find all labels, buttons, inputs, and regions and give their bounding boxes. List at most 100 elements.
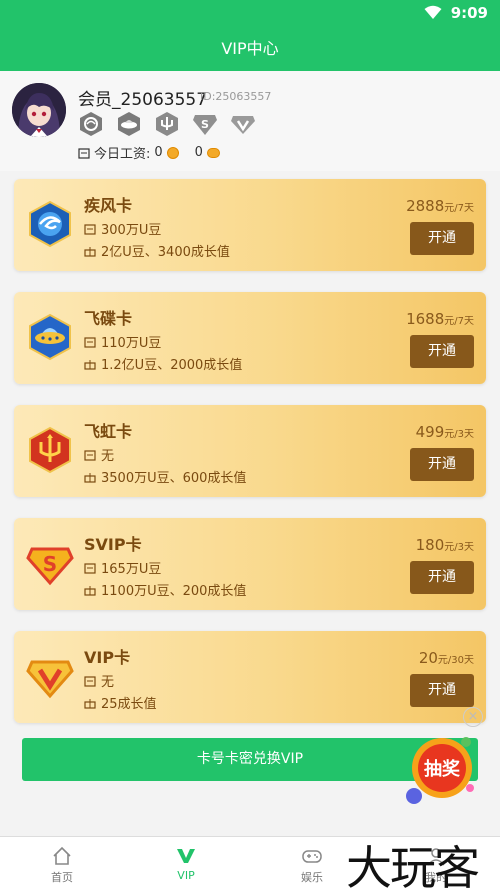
card-price-unit: 元/30天 (437, 655, 474, 666)
card-price-value: 180 (415, 536, 445, 554)
card-daily-text: 无 (101, 449, 115, 464)
card-gift-line: 2亿U豆、3400成长值 (84, 241, 230, 260)
card-price-value: 1688 (406, 310, 445, 328)
trident-badge-icon[interactable] (154, 111, 180, 137)
open-button[interactable]: 开通 (410, 674, 474, 707)
card-price-unit: 元/7天 (444, 316, 474, 327)
card-price: 20元/30天 (419, 649, 474, 667)
tab-label: 娱乐 (301, 871, 323, 884)
svg-text:S: S (201, 118, 209, 131)
badge-row: S (78, 111, 256, 137)
home-icon (53, 846, 71, 865)
card-gift-line: 1.2亿U豆、2000成长值 (84, 354, 242, 373)
card-gift-line: 1100万U豆、200成长值 (84, 580, 246, 599)
card-gift-text: 1.2亿U豆、2000成长值 (101, 358, 243, 373)
card-gift-text: 25成长值 (101, 697, 157, 712)
card-daily-line: 300万U豆 (84, 219, 161, 238)
v-badge-icon[interactable] (230, 111, 256, 137)
lottery-label: 抽奖 (424, 758, 461, 780)
card-price-value: 499 (415, 423, 445, 441)
vip-card-feihong[interactable]: 飞虹卡 无 3500万U豆、600成长值 499元/3天 开通 (14, 405, 486, 497)
card-gift-text: 2亿U豆、3400成长值 (101, 245, 230, 260)
card-price-unit: 元/3天 (444, 542, 474, 553)
card-gift-line: 25成长值 (84, 693, 157, 712)
vip-card-icon (26, 660, 74, 699)
gift-icon (84, 359, 96, 370)
calendar-icon (84, 675, 96, 687)
card-title: 疾风卡 (84, 196, 133, 215)
svip-card-icon: S (26, 547, 74, 586)
open-button[interactable]: 开通 (410, 335, 474, 368)
card-daily-text: 无 (101, 675, 115, 690)
coin-icon (166, 146, 179, 159)
trident-card-icon (29, 426, 71, 474)
vip-card-feidie[interactable]: 飞碟卡 110万U豆 1.2亿U豆、2000成长值 1688元/7天 开通 (14, 292, 486, 384)
tab-label: 首页 (51, 871, 73, 884)
gift-icon (84, 585, 96, 596)
whirl-badge-icon[interactable] (78, 111, 104, 137)
card-title: VIP卡 (84, 648, 131, 667)
vip-card-svip[interactable]: S SVIP卡 165万U豆 1100万U豆、200成长值 180元/3天 开通 (14, 518, 486, 610)
calendar-icon (84, 449, 96, 461)
wifi-icon (424, 5, 442, 19)
today-salary: 今日工资: 0 0 (78, 143, 220, 162)
page-title: VIP中心 (0, 26, 500, 71)
user-id: ID:25063557 (200, 90, 272, 103)
vip-card-jifeng[interactable]: 疾风卡 300万U豆 2亿U豆、3400成长值 2888元/7天 开通 (14, 179, 486, 271)
tab-home[interactable]: 首页 (22, 845, 102, 885)
card-title: 飞虹卡 (84, 422, 133, 441)
salary-icon (78, 147, 90, 159)
gift-icon (84, 246, 96, 257)
salary-coin-value: 0 (154, 145, 163, 160)
tab-label: VIP (177, 869, 195, 882)
card-daily-text: 165万U豆 (101, 562, 162, 577)
card-price: 2888元/7天 (406, 197, 474, 215)
card-gift-text: 3500万U豆、600成长值 (101, 471, 247, 486)
close-icon[interactable]: × (463, 707, 483, 727)
card-gift-text: 1100万U豆、200成长值 (101, 584, 247, 599)
profile-section: 会员_25063557 ID:25063557 S 今日工资: 0 0 (0, 71, 500, 171)
calendar-icon (84, 562, 96, 574)
card-daily-text: 300万U豆 (101, 223, 162, 238)
card-daily-line: 110万U豆 (84, 332, 161, 351)
open-button[interactable]: 开通 (410, 561, 474, 594)
status-time: 9:09 (450, 4, 488, 22)
open-button[interactable]: 开通 (410, 448, 474, 481)
calendar-icon (84, 223, 96, 235)
username: 会员_25063557 (78, 90, 208, 110)
ufo-badge-icon[interactable] (116, 111, 142, 137)
s-badge-icon[interactable]: S (192, 111, 218, 137)
open-button[interactable]: 开通 (410, 222, 474, 255)
watermark-logo: 大玩客 (346, 841, 480, 888)
ufo-card-icon (29, 313, 71, 361)
bean-icon (206, 147, 220, 158)
avatar[interactable] (12, 83, 66, 137)
card-price-unit: 元/7天 (444, 203, 474, 214)
gamepad-icon (302, 850, 322, 863)
card-price-unit: 元/3天 (444, 429, 474, 440)
salary-label: 今日工资: (94, 147, 151, 162)
tab-entertainment[interactable]: 娱乐 (272, 845, 352, 885)
gift-icon (84, 472, 96, 483)
calendar-icon (84, 336, 96, 348)
vip-card-vip[interactable]: VIP卡 无 25成长值 20元/30天 开通 (14, 631, 486, 723)
vip-tab-icon (177, 849, 195, 863)
card-price-value: 2888 (406, 197, 445, 215)
card-daily-text: 110万U豆 (101, 336, 162, 351)
whirl-card-icon (29, 200, 71, 248)
card-price: 499元/3天 (416, 423, 474, 441)
card-daily-line: 165万U豆 (84, 558, 161, 577)
lottery-icon: 抽奖 (406, 737, 474, 804)
card-price-value: 20 (418, 649, 438, 667)
tab-vip[interactable]: VIP (146, 845, 226, 882)
card-title: SVIP卡 (84, 535, 142, 554)
gift-icon (84, 698, 96, 709)
card-gift-line: 3500万U豆、600成长值 (84, 467, 246, 486)
salary-bean-value: 0 (194, 145, 203, 160)
card-daily-line: 无 (84, 445, 114, 464)
card-price: 1688元/7天 (406, 310, 474, 328)
card-title: 飞碟卡 (84, 309, 133, 328)
card-price: 180元/3天 (416, 536, 474, 554)
lottery-button[interactable]: 抽奖 (404, 732, 478, 806)
svg-text:S: S (43, 552, 57, 576)
